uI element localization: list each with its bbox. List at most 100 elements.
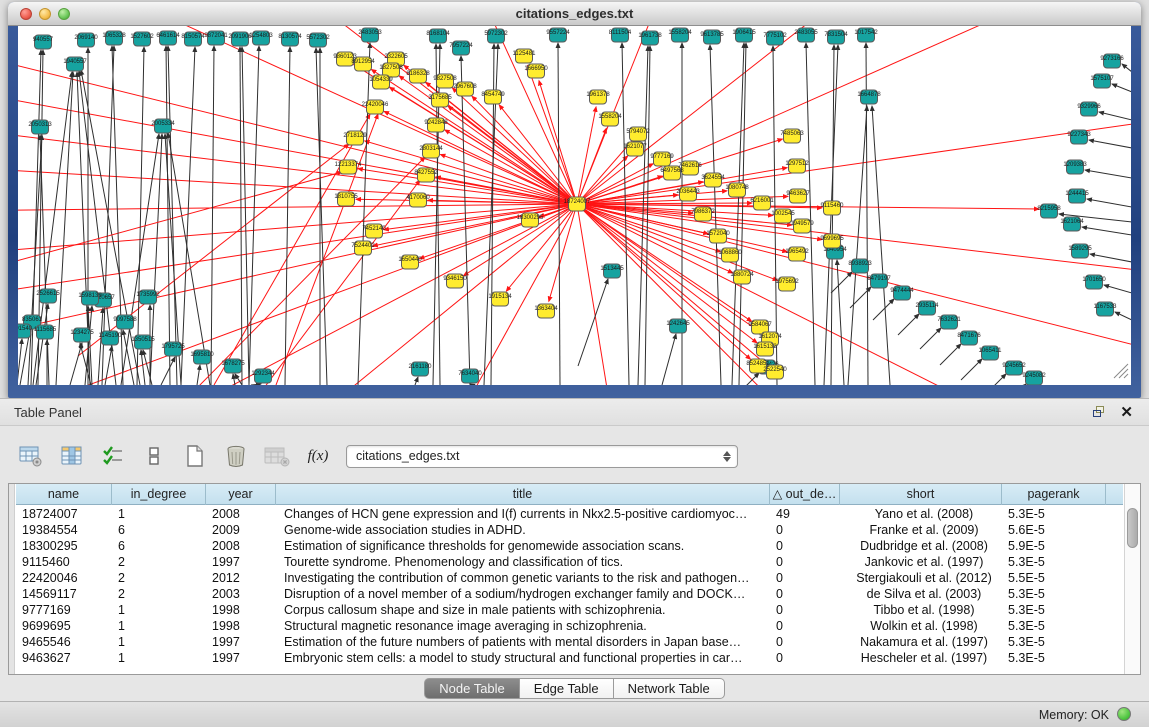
graph-node-label: 1017542 [854, 30, 878, 36]
graph-node-label: 4170060 [406, 195, 430, 201]
graph-node-label: 1612074 [758, 334, 782, 340]
graph-node-label: 1906415 [732, 30, 756, 36]
graph-node-label: 2483053 [358, 30, 382, 36]
table-cell: 5.9E-5 [1002, 538, 1106, 554]
table-toolbar: f(x) citations_edges.txt [10, 435, 1139, 477]
graph-node-label: 1527602 [130, 34, 154, 40]
network-canvas-svg[interactable]: 9405572069140106532815276026461614815057… [18, 26, 1131, 385]
table-cell: Yano et al. (2008) [840, 506, 1002, 522]
scrollbar-thumb[interactable] [1127, 508, 1138, 548]
table-row[interactable]: 977716911998Corpus callosum shape and si… [16, 602, 1123, 618]
float-window-icon[interactable] [1093, 406, 1107, 419]
table-options-icon[interactable] [18, 444, 44, 468]
graph-node-label: 8454749 [481, 92, 505, 98]
function-builder-icon[interactable]: f(x) [305, 444, 331, 468]
column-header-out_degree[interactable]: △ out_de… [770, 484, 840, 505]
vertical-scrollbar[interactable] [1124, 484, 1140, 674]
graph-node-label: 2718129 [343, 133, 367, 139]
graph-node-label: 6479197 [867, 276, 891, 282]
graph-node-label: 9115460 [821, 203, 845, 209]
graph-node-label: 5794072 [626, 129, 650, 135]
zoom-window-icon[interactable] [58, 8, 70, 20]
table-cell: 2009 [206, 522, 276, 538]
column-header-year[interactable]: year [206, 484, 276, 505]
table-cell: Jankovic et al. (1997) [840, 554, 1002, 570]
graph-node-label: 9227343 [1067, 132, 1091, 138]
tab-network-table[interactable]: Network Table [614, 678, 725, 699]
column-header-name[interactable]: name [16, 484, 112, 505]
table-cell: Dudbridge et al. (2008) [840, 538, 1002, 554]
table-cell: 22420046 [16, 570, 112, 586]
graph-node-label: 2036443 [676, 189, 700, 195]
minimize-window-icon[interactable] [39, 8, 51, 20]
column-header-in_degree[interactable]: in_degree [112, 484, 206, 505]
graph-node-label: 9097588 [113, 317, 137, 323]
graph-node-label: 7634040 [458, 371, 482, 377]
table-row[interactable]: 1872400712008Changes of HCN gene express… [16, 506, 1123, 522]
graph-node-label: 1068860 [718, 250, 742, 256]
table-row[interactable]: 2242004622012Investigating the contribut… [16, 570, 1123, 586]
network-canvas[interactable]: 9405572069140106532815276026461614815057… [18, 26, 1131, 385]
graph-node-label: 1615132 [753, 344, 777, 350]
table-row[interactable]: 969969511998Structural magnetic resonanc… [16, 618, 1123, 634]
table-tabs: Node TableEdge TableNetwork Table [0, 678, 1149, 699]
table-cell: 1 [112, 602, 206, 618]
table-row[interactable]: 1938455462009Genome-wide association stu… [16, 522, 1123, 538]
graph-node-label: 8130574 [278, 34, 302, 40]
graph-node-label: 1080748 [725, 185, 749, 191]
table-cell: 5.3E-5 [1002, 506, 1106, 522]
close-window-icon[interactable] [20, 8, 32, 20]
table-cell: 9777169 [16, 602, 112, 618]
table-panel: Table Panel ✕ [0, 398, 1149, 727]
graph-node-label: 7485063 [780, 131, 804, 137]
table-cell: 1 [112, 618, 206, 634]
graph-node-label: 9273166 [1100, 56, 1124, 62]
table-row[interactable]: 946362711997Embryonic stem cells: a mode… [16, 650, 1123, 666]
toggle-rows-icon[interactable] [141, 444, 167, 468]
graph-node-label: 9557224 [546, 30, 570, 36]
table-cell: 19384554 [16, 522, 112, 538]
graph-node-label: 7524402 [351, 243, 375, 249]
graph-node-label: 1810755 [334, 194, 358, 200]
delete-icon[interactable] [223, 444, 249, 468]
table-cell: 2008 [206, 506, 276, 522]
column-header-title[interactable]: title [276, 484, 770, 505]
new-table-icon[interactable] [182, 444, 208, 468]
tab-node-table[interactable]: Node Table [424, 678, 520, 699]
graph-node-label: 1589295 [1068, 246, 1092, 252]
tab-edge-table[interactable]: Edge Table [520, 678, 614, 699]
graph-node-label: 940557 [33, 37, 54, 43]
window-titlebar[interactable]: citations_edges.txt [8, 2, 1141, 26]
table-row[interactable]: 946554611997Estimation of the future num… [16, 634, 1123, 650]
graph-node-label: 9245082 [1022, 373, 1046, 379]
delete-table-icon[interactable] [264, 444, 290, 468]
graph-node-label: 1115685 [34, 327, 57, 333]
table-row[interactable]: 1456911722003Disruption of a novel membe… [16, 586, 1123, 602]
graph-node-label: 7632621 [937, 317, 961, 323]
select-columns-icon[interactable] [100, 444, 126, 468]
row-gutter [9, 484, 15, 674]
table-cell: 5.6E-5 [1002, 522, 1106, 538]
table-cell: 1997 [206, 634, 276, 650]
table-row[interactable]: 1830029562008Estimation of significance … [16, 538, 1123, 554]
graph-node-label: 1961378 [586, 92, 610, 98]
table-cell: 18300295 [16, 538, 112, 554]
table-select[interactable]: citations_edges.txt [346, 445, 738, 468]
graph-node-label: 5572302 [306, 35, 330, 41]
column-header-short[interactable]: short [840, 484, 1002, 505]
graph-node-label: 5972302 [484, 31, 508, 37]
table-panel-title: Table Panel [14, 405, 82, 420]
graph-node-label: 835061 [22, 317, 43, 323]
graph-node-label: 1065328 [102, 33, 126, 39]
graph-node-label: 6461614 [156, 33, 180, 39]
close-icon[interactable]: ✕ [1120, 403, 1133, 421]
column-header-pagerank[interactable]: pagerank [1002, 484, 1106, 505]
table-cell: Investigating the contribution of common… [276, 570, 770, 586]
table-row[interactable]: 911546021997Tourette syndrome. Phenomeno… [16, 554, 1123, 570]
table-cell: 5.3E-5 [1002, 650, 1106, 666]
table-cell: 5.5E-5 [1002, 570, 1106, 586]
show-columns-icon[interactable] [59, 444, 85, 468]
table-cell: 1 [112, 506, 206, 522]
table-cell: 0 [770, 554, 840, 570]
graph-node-label: 391540 [18, 326, 33, 332]
